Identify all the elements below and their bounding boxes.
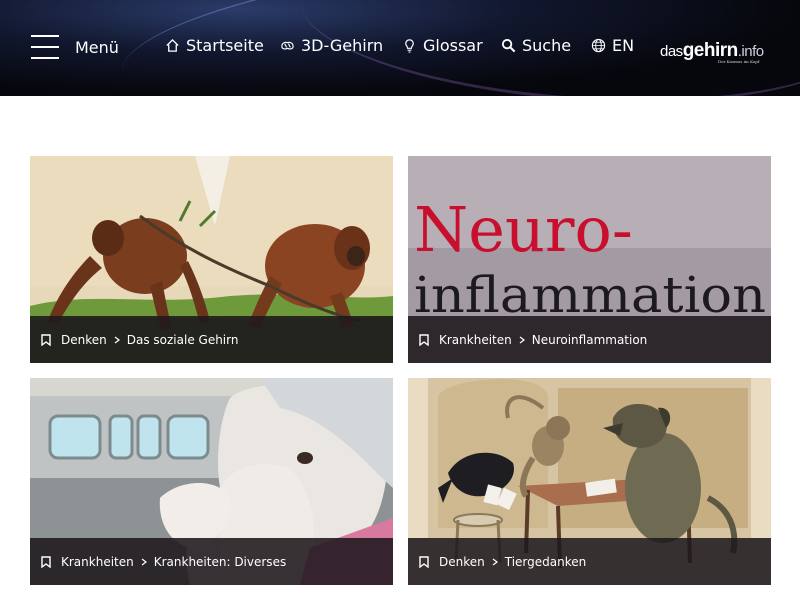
card-breadcrumb-bar: Krankheiten Krankheiten: Diverses [30,538,393,585]
svg-text:Neuro-: Neuro- [414,193,633,266]
card-subcategory[interactable]: Tiergedanken [505,555,587,569]
card-category[interactable]: Krankheiten [439,333,512,347]
card-breadcrumb-bar: Denken Tiergedanken [408,538,771,585]
card-category[interactable]: Denken [439,555,485,569]
hamburger-menu-icon[interactable] [31,35,59,59]
nav-label: 3D-Gehirn [301,36,384,55]
chevron-right-icon [492,558,498,565]
nav-3d-gehirn[interactable]: 3D-Gehirn [280,36,383,55]
bookmark-icon[interactable] [419,333,429,346]
bookmark-icon[interactable] [41,333,51,346]
article-card-krankheiten-diverses[interactable]: Krankheiten Krankheiten: Diverses [30,378,393,585]
nav-label: Startseite [186,36,264,55]
article-card-neuroinflammation[interactable]: Neuro- inflammation Krankheiten Neuroinf… [408,156,771,363]
logo-part-3: .info [737,43,764,60]
logo-part-1: das [660,43,683,60]
article-card-das-soziale-gehirn[interactable]: Denken Das soziale Gehirn [30,156,393,363]
nav-startseite[interactable]: Startseite [165,36,264,55]
card-subcategory[interactable]: Das soziale Gehirn [127,333,239,347]
nav-label: Suche [522,36,572,55]
bookmark-icon[interactable] [419,555,429,568]
logo-part-2: gehirn [682,40,739,61]
card-breadcrumb-bar: Denken Das soziale Gehirn [30,316,393,363]
site-header: Menü Startseite 3D-Gehirn Glossar Suche … [0,0,800,96]
chevron-right-icon [141,558,147,565]
lightbulb-icon [405,39,414,53]
site-logo[interactable]: dasgehirn.info Der Kosmos im Kopf [660,40,764,64]
nav-language-en[interactable]: EN [591,36,634,55]
logo-tagline: Der Kosmos im Kopf [718,59,760,64]
globe-icon [591,38,606,53]
menu-button[interactable]: Menü [75,38,119,57]
chevron-right-icon [114,336,120,343]
home-icon [166,38,179,52]
art-text-1: Neuro- [414,193,633,266]
chevron-right-icon [519,336,525,343]
card-subcategory[interactable]: Neuroinflammation [532,333,648,347]
nav-glossar[interactable]: Glossar [402,36,483,55]
bookmark-icon[interactable] [41,555,51,568]
nav-label: Glossar [423,36,483,55]
brain-icon [281,41,294,50]
card-breadcrumb-bar: Krankheiten Neuroinflammation [408,316,771,363]
search-icon [501,38,516,53]
nav-label: EN [612,36,635,55]
article-card-tiergedanken[interactable]: Denken Tiergedanken [408,378,771,585]
card-category[interactable]: Krankheiten [61,555,134,569]
card-category[interactable]: Denken [61,333,107,347]
card-subcategory[interactable]: Krankheiten: Diverses [154,555,286,569]
main-nav: Menü Startseite 3D-Gehirn Glossar Suche … [0,0,800,96]
nav-suche[interactable]: Suche [501,36,571,55]
